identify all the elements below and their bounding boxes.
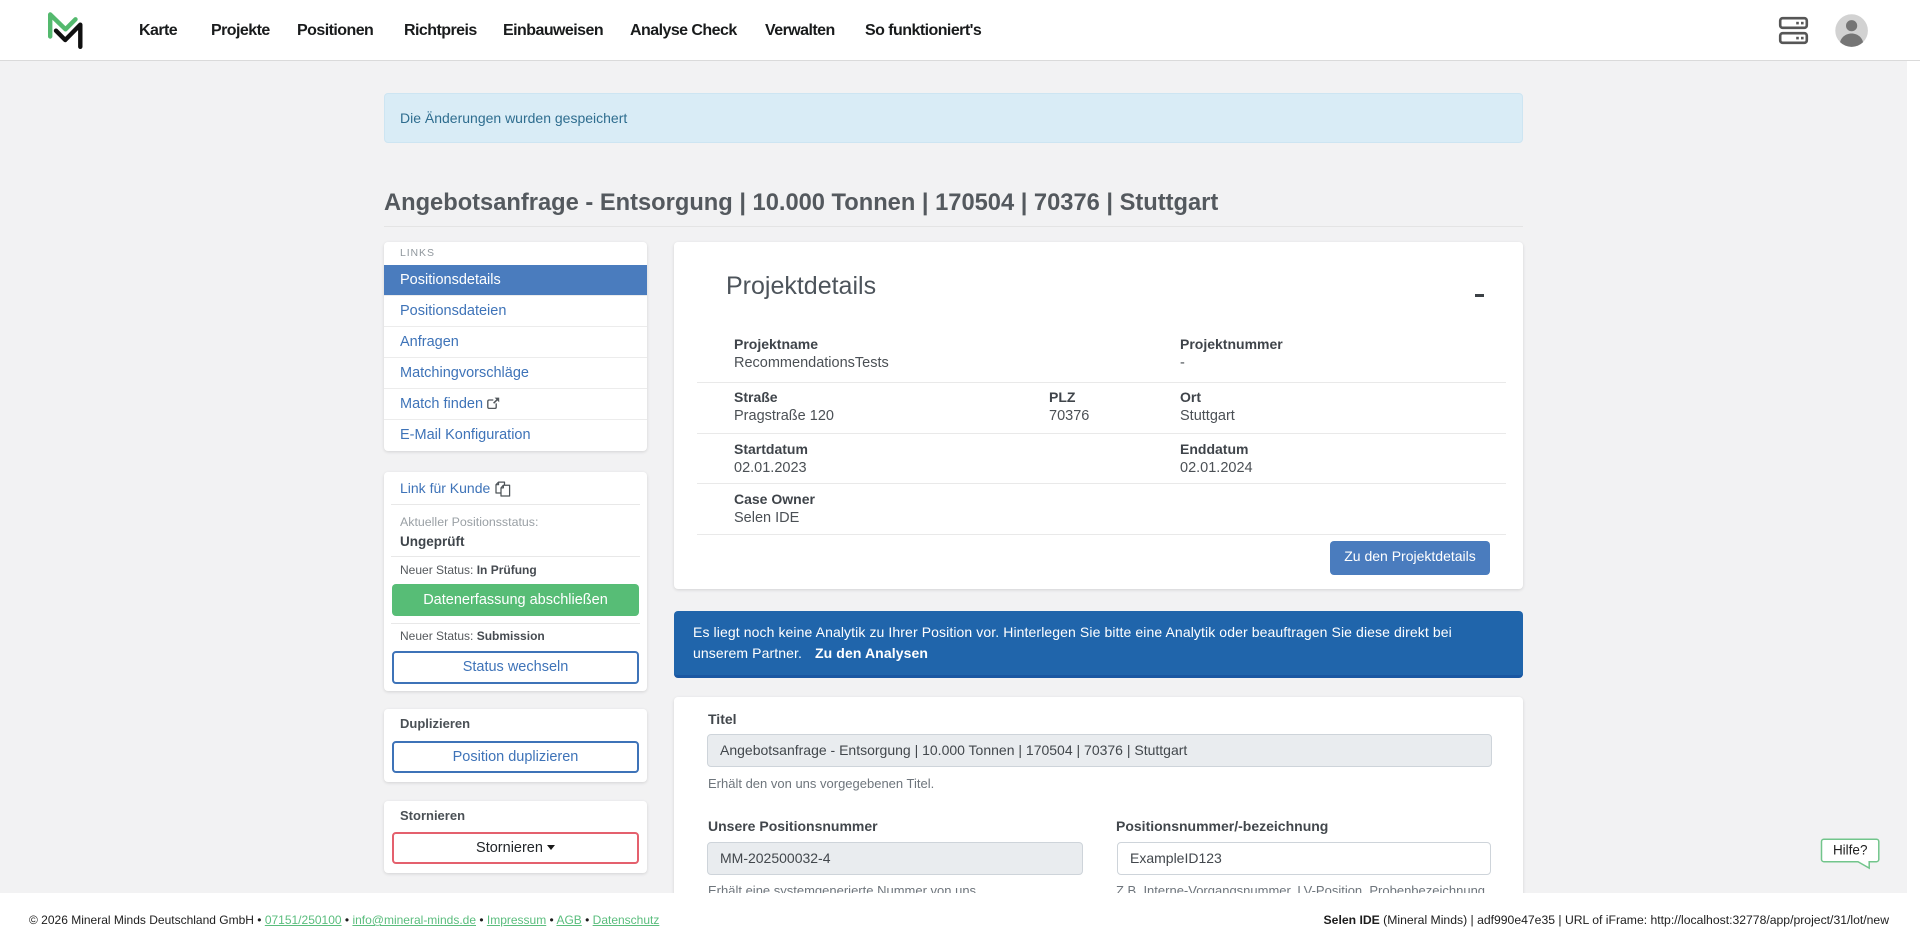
svg-text:Hilfe?: Hilfe? [1833, 842, 1868, 857]
